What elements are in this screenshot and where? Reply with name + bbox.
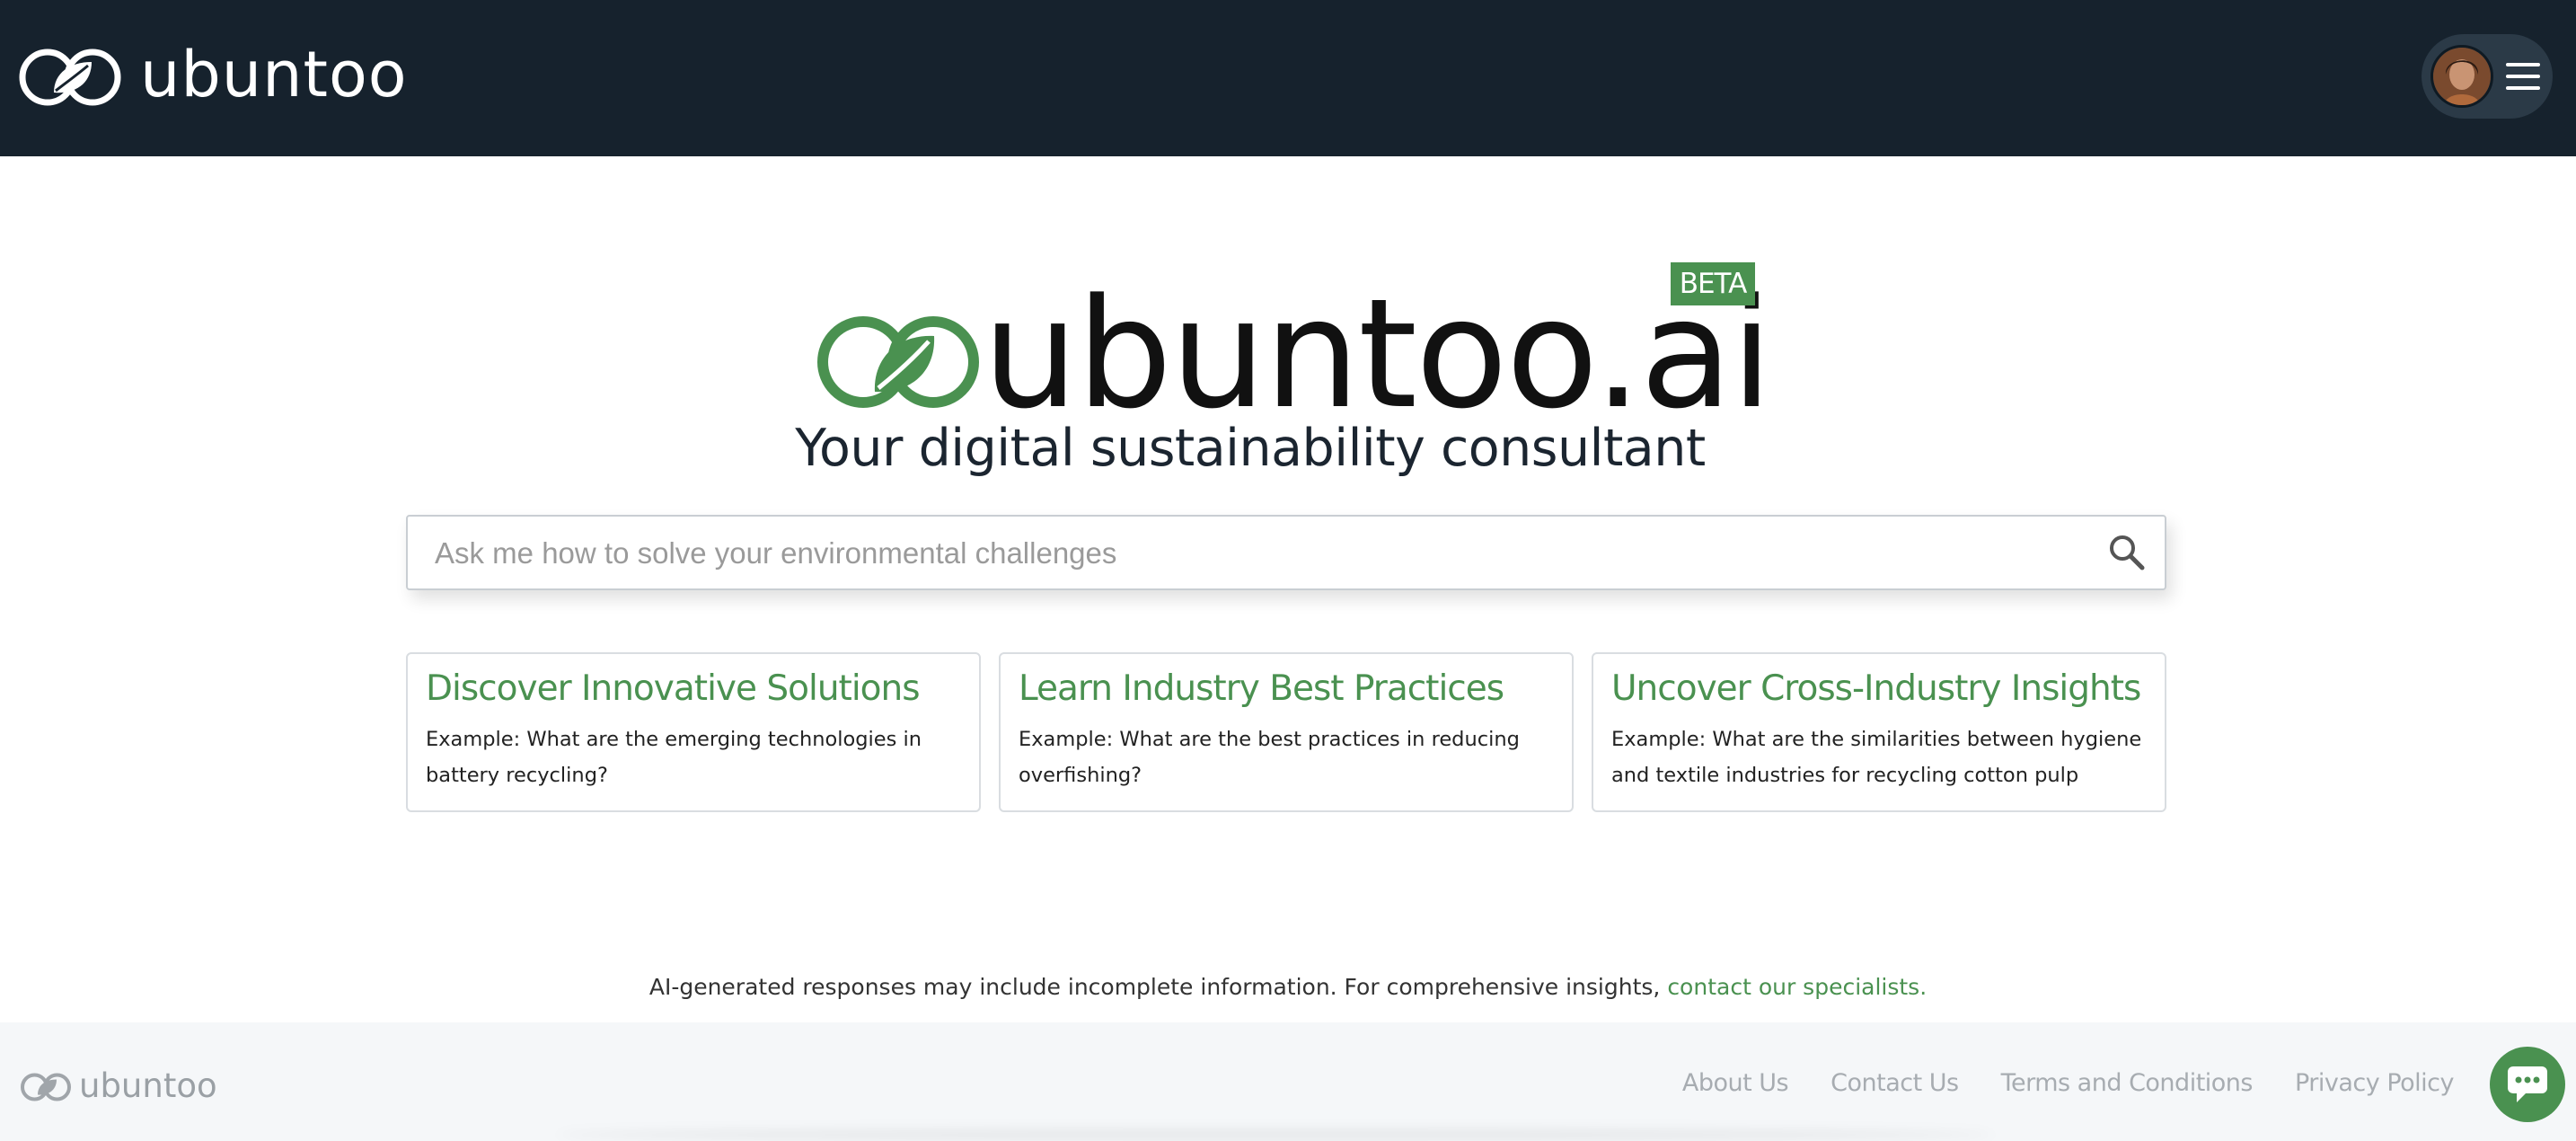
footer-brand-name: ubuntoo	[79, 1066, 217, 1105]
footer-link-about-us[interactable]: About Us	[1682, 1069, 1789, 1097]
search-button[interactable]	[2107, 533, 2147, 572]
chat-bubble-icon	[2508, 1066, 2547, 1102]
suggestion-card-learn[interactable]: Learn Industry Best Practices Example: W…	[999, 652, 1574, 812]
suggestion-cards: Discover Innovative Solutions Example: W…	[406, 652, 2166, 812]
search-icon	[2110, 535, 2145, 570]
user-avatar	[2430, 45, 2493, 108]
user-menu-button[interactable]	[2422, 34, 2553, 119]
footer: ubuntoo About Us Contact Us Terms and Co…	[0, 1022, 2576, 1141]
ubuntoo-leaf-logo-icon	[19, 49, 121, 106]
footer-logo[interactable]: ubuntoo	[20, 1069, 217, 1105]
footer-link-privacy[interactable]: Privacy Policy	[2295, 1069, 2455, 1097]
footer-link-terms[interactable]: Terms and Conditions	[2001, 1069, 2254, 1097]
search-bar	[406, 515, 2166, 590]
beta-badge: BETA	[1671, 262, 1755, 305]
card-title: Uncover Cross-Industry Insights	[1611, 668, 2141, 709]
card-title: Learn Industry Best Practices	[1019, 668, 1504, 709]
top-navbar: ubuntoo	[0, 0, 2576, 156]
footer-link-contact-us[interactable]: Contact Us	[1831, 1069, 1959, 1097]
card-example: Example: What are the emerging technolog…	[426, 727, 922, 787]
card-example: Example: What are the similarities betwe…	[1611, 727, 2142, 787]
hero-wordmark: ubuntoo.ai	[983, 266, 1773, 442]
ubuntoo-leaf-logo-icon	[817, 316, 979, 408]
footer-links: About Us Contact Us Terms and Conditions…	[1682, 1069, 2455, 1097]
ai-disclaimer: AI-generated responses may include incom…	[0, 974, 2576, 1000]
hero-logo: ubuntoo.ai	[816, 262, 1773, 429]
header-brand-name: ubuntoo	[140, 38, 408, 111]
ubuntoo-leaf-logo-icon	[21, 1073, 71, 1101]
card-example: Example: What are the best practices in …	[1019, 727, 1520, 787]
search-input[interactable]	[433, 517, 2089, 590]
hamburger-menu-icon	[2506, 63, 2542, 90]
hero-tagline: Your digital sustainability consultant	[795, 419, 1706, 478]
card-title: Discover Innovative Solutions	[426, 668, 921, 709]
suggestion-card-discover[interactable]: Discover Innovative Solutions Example: W…	[406, 652, 981, 812]
suggestion-card-uncover[interactable]: Uncover Cross-Industry Insights Example:…	[1592, 652, 2166, 812]
disclaimer-text: AI-generated responses may include incom…	[648, 974, 1661, 1000]
footer-shadow	[557, 1128, 1994, 1141]
contact-specialists-link[interactable]: contact our specialists.	[1667, 974, 1927, 1000]
chat-button[interactable]	[2490, 1047, 2565, 1122]
header-logo-link[interactable]: ubuntoo	[18, 41, 408, 113]
